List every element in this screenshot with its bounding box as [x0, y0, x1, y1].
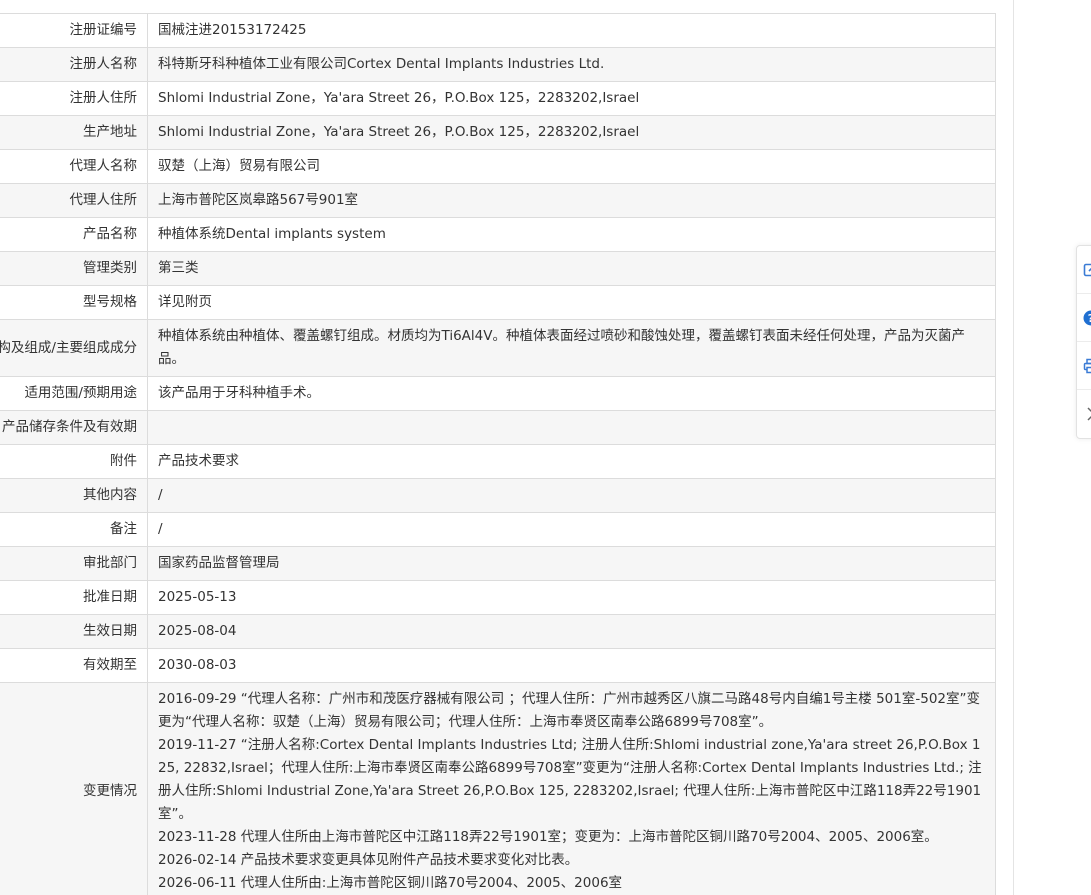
- table-row: 管理类别 第三类: [0, 251, 996, 286]
- field-label: 代理人名称: [0, 149, 148, 184]
- help-icon: ?: [1083, 310, 1091, 326]
- field-value: 种植体系统由种植体、覆盖螺钉组成。材质均为Ti6Al4V。种植体表面经过喷砂和酸…: [147, 319, 996, 377]
- table-row: 附件 产品技术要求: [0, 444, 996, 479]
- field-label: 有效期至: [0, 648, 148, 683]
- detail-table-body: 注册证编号 国械注进20153172425 注册人名称 科特斯牙科种植体工业有限公司C…: [0, 13, 996, 895]
- change-history-label: 变更情况: [0, 682, 148, 895]
- field-value: 上海市普陀区岚皋路567号901室: [147, 183, 996, 218]
- side-toolbar: ?: [1076, 245, 1091, 439]
- open-window-icon: [1083, 262, 1091, 278]
- table-row: 审批部门 国家药品监督管理局: [0, 546, 996, 581]
- field-label: 附件: [0, 444, 148, 479]
- field-value: 驭楚（上海）贸易有限公司: [147, 149, 996, 184]
- table-row: 有效期至 2030-08-03: [0, 648, 996, 683]
- print-icon: [1083, 358, 1091, 374]
- collapse-toolbar-button[interactable]: [1077, 390, 1091, 438]
- table-row: 注册人名称 科特斯牙科种植体工业有限公司Cortex Dental Implant…: [0, 47, 996, 82]
- field-label: 结构及组成/主要组成成分: [0, 319, 148, 377]
- change-history-value: 2016-09-29 “代理人名称：广州市和茂医疗器械有限公司 ；代理人住所：广…: [147, 682, 996, 895]
- field-value: 2030-08-03: [147, 648, 996, 683]
- registration-detail-table: 注册证编号 国械注进20153172425 注册人名称 科特斯牙科种植体工业有限公司C…: [0, 13, 996, 895]
- field-label: 注册人住所: [0, 81, 148, 116]
- table-row: 注册证编号 国械注进20153172425: [0, 13, 996, 48]
- table-row: 产品名称 种植体系统Dental implants system: [0, 217, 996, 252]
- table-row: 结构及组成/主要组成成分种植体系统由种植体、覆盖螺钉组成。材质均为Ti6Al4V…: [0, 319, 996, 377]
- field-label: 生产地址: [0, 115, 148, 150]
- field-value: Shlomi Industrial Zone，Ya'ara Street 26，…: [147, 115, 996, 150]
- field-value: [147, 410, 996, 445]
- field-value: 2025-08-04: [147, 614, 996, 649]
- help-button[interactable]: ?: [1077, 294, 1091, 342]
- page: 注册证编号 国械注进20153172425 注册人名称 科特斯牙科种植体工业有限公司C…: [0, 0, 1091, 895]
- field-value: 第三类: [147, 251, 996, 286]
- field-label: 生效日期: [0, 614, 148, 649]
- table-row: 适用范围/预期用途 该产品用于牙科种植手术。: [0, 376, 996, 411]
- field-value: 该产品用于牙科种植手术。: [147, 376, 996, 411]
- change-history-entry: 2016-09-29 “代理人名称：广州市和茂医疗器械有限公司 ；代理人住所：广…: [158, 691, 980, 730]
- table-row: 型号规格 详见附页: [0, 285, 996, 320]
- field-label: 批准日期: [0, 580, 148, 615]
- field-value: 详见附页: [147, 285, 996, 320]
- change-history-entry: 2019-11-27 “注册人名称:Cortex Dental Implants…: [158, 737, 982, 822]
- field-label: 适用范围/预期用途: [0, 376, 148, 411]
- change-history-entry: 2023-11-28 代理人住所由上海市普陀区中江路118弄22号1901室；变…: [158, 829, 938, 845]
- print-button[interactable]: [1077, 342, 1091, 390]
- field-label: 型号规格: [0, 285, 148, 320]
- field-value: /: [147, 512, 996, 547]
- open-window-button[interactable]: [1077, 246, 1091, 294]
- field-value: 国家药品监督管理局: [147, 546, 996, 581]
- field-label: 管理类别: [0, 251, 148, 286]
- field-value: 国械注进20153172425: [147, 13, 996, 48]
- field-value: 科特斯牙科种植体工业有限公司Cortex Dental Implants Ind…: [147, 47, 996, 82]
- table-row: 备注 /: [0, 512, 996, 547]
- table-row: 生产地址 Shlomi Industrial Zone，Ya'ara Street…: [0, 115, 996, 150]
- table-row: 其他内容 /: [0, 478, 996, 513]
- change-history-entry: 2026-06-11 代理人住所由:上海市普陀区铜川路70号2004、2005、…: [158, 875, 623, 891]
- detail-panel: 注册证编号 国械注进20153172425 注册人名称 科特斯牙科种植体工业有限公司C…: [0, 0, 1014, 895]
- field-label: 代理人住所: [0, 183, 148, 218]
- table-row: 产品储存条件及有效期: [0, 410, 996, 445]
- field-label: 产品储存条件及有效期: [0, 410, 148, 445]
- field-label: 其他内容: [0, 478, 148, 513]
- field-value: Shlomi Industrial Zone，Ya'ara Street 26，…: [147, 81, 996, 116]
- table-row: 生效日期 2025-08-04: [0, 614, 996, 649]
- table-row: 代理人住所 上海市普陀区岚皋路567号901室: [0, 183, 996, 218]
- table-row: 代理人名称 驭楚（上海）贸易有限公司: [0, 149, 996, 184]
- change-history-row: 变更情况 2016-09-29 “代理人名称：广州市和茂医疗器械有限公司 ；代理人…: [0, 682, 996, 895]
- table-row: 批准日期 2025-05-13: [0, 580, 996, 615]
- chevron-right-icon: [1083, 406, 1091, 422]
- field-label: 备注: [0, 512, 148, 547]
- field-label: 注册证编号: [0, 13, 148, 48]
- field-value: 产品技术要求: [147, 444, 996, 479]
- field-value: /: [147, 478, 996, 513]
- field-value: 种植体系统Dental implants system: [147, 217, 996, 252]
- field-label: 产品名称: [0, 217, 148, 252]
- field-value: 2025-05-13: [147, 580, 996, 615]
- table-row: 注册人住所 Shlomi Industrial Zone，Ya'ara Stree…: [0, 81, 996, 116]
- field-label: 审批部门: [0, 546, 148, 581]
- change-history-entry: 2026-02-14 产品技术要求变更具体见附件产品技术要求变化对比表。: [158, 852, 579, 868]
- field-label: 注册人名称: [0, 47, 148, 82]
